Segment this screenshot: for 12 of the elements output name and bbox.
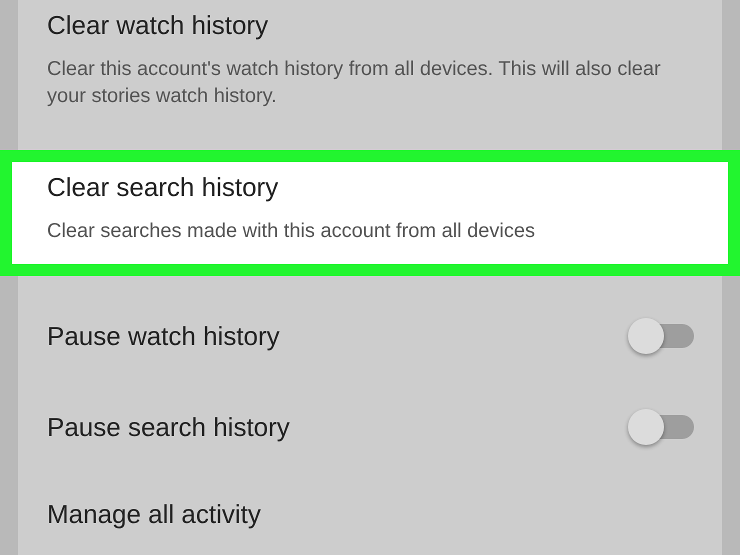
toggle-switch[interactable] — [628, 318, 694, 354]
setting-title: Pause watch history — [47, 320, 280, 352]
toggle-switch[interactable] — [628, 408, 694, 444]
setting-title: Clear watch history — [47, 9, 270, 42]
setting-title: Pause search history — [47, 410, 290, 444]
setting-row[interactable]: Manage all activity — [18, 474, 722, 555]
highlighted-setting[interactable]: Clear search history Clear searches made with this account from all devices — [0, 150, 740, 276]
setting-title: Clear search history — [47, 171, 280, 204]
setting-row[interactable]: Clear watch history Clear this account's watch history from all devices. This will also clear your stories watch history. — [18, 0, 722, 150]
setting-description: Clear searches made with this account from all devices — [47, 219, 536, 244]
setting-description: Clear this account's watch history from all devices. This will also clear your stories watch history. — [47, 57, 662, 109]
setting-title: Manage all activity — [47, 498, 262, 531]
